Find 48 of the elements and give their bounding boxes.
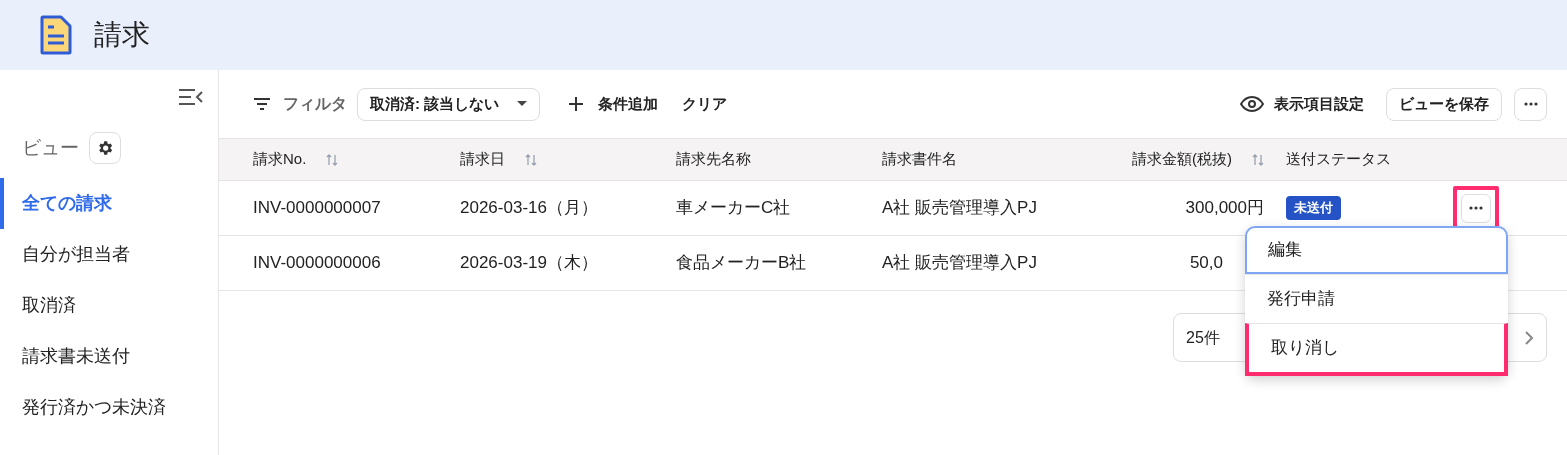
document-icon — [40, 15, 72, 55]
clear-button[interactable]: クリア — [682, 92, 728, 116]
status-badge: 未送付 — [1286, 196, 1341, 220]
add-condition-button[interactable]: 条件追加 — [598, 92, 659, 116]
sidebar-item[interactable]: 全ての請求 — [0, 178, 218, 229]
column-header: 請求日 — [460, 149, 505, 170]
table-cell-text: A社 販売管理導入PJ — [882, 252, 1037, 275]
column-header: 送付ステータス — [1286, 149, 1391, 170]
page-title: 請求 — [94, 18, 150, 52]
more-button[interactable] — [1514, 87, 1547, 121]
page-size[interactable]: 25件 — [1186, 325, 1220, 350]
menu-item[interactable]: 編集 — [1245, 226, 1508, 274]
table-cell-text: INV-0000000006 — [253, 252, 381, 275]
table-cell-text: 50,0 — [1189, 252, 1223, 275]
sidebar-item[interactable]: 請求書未送付 — [0, 331, 218, 382]
more-icon — [1523, 102, 1538, 106]
column-header: 請求No. — [253, 149, 307, 170]
column-header: 請求書件名 — [882, 149, 957, 170]
sidebar-item[interactable]: 自分が担当者 — [0, 229, 218, 280]
sidebar-item[interactable]: 取消済 — [0, 280, 218, 331]
more-icon — [1469, 206, 1483, 210]
sort-icon[interactable] — [326, 152, 339, 167]
row-actions-button[interactable] — [1461, 193, 1491, 223]
column-header: 請求金額(税抜) — [1132, 149, 1232, 170]
caret-icon — [517, 101, 528, 107]
sort-icon[interactable] — [525, 152, 537, 167]
plus-icon — [568, 96, 585, 112]
view-settings-button[interactable] — [89, 132, 121, 164]
eye-icon — [1240, 96, 1264, 112]
next-page-icon[interactable] — [1524, 329, 1534, 346]
column-settings-button[interactable]: 表示項目設定 — [1274, 92, 1364, 116]
collapse-sidebar-icon[interactable] — [178, 88, 204, 106]
filter-chip[interactable]: 取消済: 該当しない — [357, 87, 541, 121]
table-cell-text: 2026-03-16（月） — [460, 197, 598, 220]
menu-item[interactable]: 発行申請 — [1245, 275, 1508, 323]
view-label: ビュー — [22, 135, 79, 160]
filter-icon — [253, 97, 271, 111]
table-cell-text: 車メーカーC社 — [676, 197, 791, 220]
column-header: 請求先名称 — [676, 149, 751, 170]
table-cell-text: INV-0000000007 — [253, 197, 381, 220]
table-cell-text: 300,000円 — [1185, 197, 1264, 220]
table-cell-text: 食品メーカーB社 — [676, 252, 807, 275]
sort-icon[interactable] — [1252, 152, 1264, 167]
table-cell-text: A社 販売管理導入PJ — [882, 197, 1037, 220]
save-view-button[interactable]: ビューを保存 — [1386, 87, 1502, 121]
filter-label: フィルタ — [283, 94, 347, 114]
sidebar-item[interactable]: 発行済かつ未決済 — [0, 382, 218, 433]
table-cell-text: 2026-03-19（木） — [460, 252, 598, 275]
